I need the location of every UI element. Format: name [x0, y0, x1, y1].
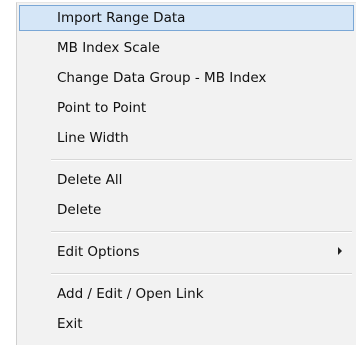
menu-separator	[51, 231, 352, 233]
menu-item-label: Add / Edit / Open Link	[57, 286, 204, 302]
menu-item-edit-options[interactable]: Edit Options	[19, 239, 354, 265]
menu-separator	[51, 159, 352, 161]
chevron-right-icon	[338, 247, 342, 255]
menu-item-label: MB Index Scale	[57, 40, 160, 56]
menu-item-label: Exit	[57, 316, 83, 332]
menu-item-label: Edit Options	[57, 244, 140, 260]
menu-item-label: Change Data Group - MB Index	[57, 70, 267, 86]
menu-item-change-data-group-mb-index[interactable]: Change Data Group - MB Index	[19, 65, 354, 91]
menu-item-label: Delete All	[57, 172, 123, 188]
menu-separator	[51, 273, 352, 275]
menu-item-label: Import Range Data	[57, 10, 186, 26]
menu-item-point-to-point[interactable]: Point to Point	[19, 95, 354, 121]
menu-item-add-edit-open-link[interactable]: Add / Edit / Open Link	[19, 281, 354, 307]
menu-item-delete[interactable]: Delete	[19, 197, 354, 223]
menu-item-exit[interactable]: Exit	[19, 311, 354, 337]
menu-item-line-width[interactable]: Line Width	[19, 125, 354, 151]
menu-item-label: Line Width	[57, 130, 129, 146]
context-menu: Import Range Data MB Index Scale Change …	[16, 2, 356, 345]
menu-item-delete-all[interactable]: Delete All	[19, 167, 354, 193]
menu-item-label: Point to Point	[57, 100, 147, 116]
menu-item-label: Delete	[57, 202, 102, 218]
menu-item-mb-index-scale[interactable]: MB Index Scale	[19, 35, 354, 61]
menu-item-import-range-data[interactable]: Import Range Data	[19, 5, 354, 31]
